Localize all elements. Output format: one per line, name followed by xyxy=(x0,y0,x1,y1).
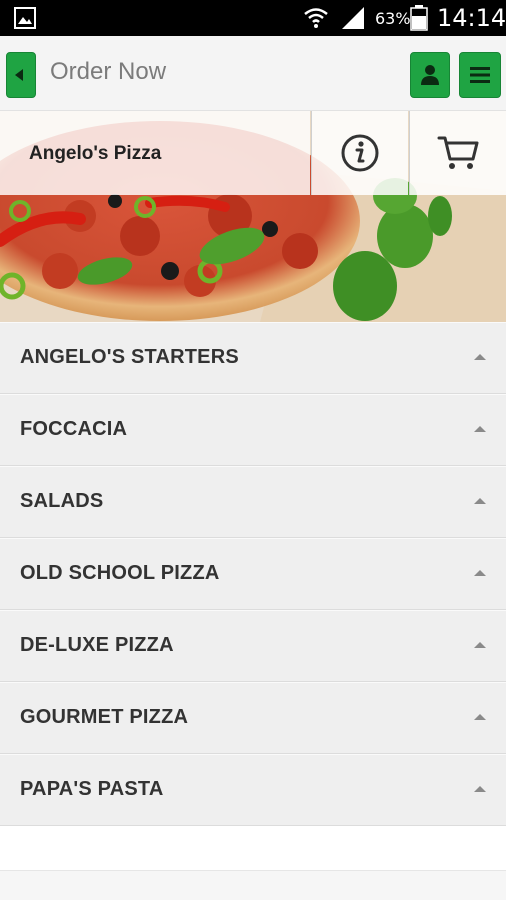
app-header: Order Now xyxy=(0,36,506,111)
user-icon xyxy=(421,65,439,85)
category-label: GOURMET PIZZA xyxy=(20,706,189,728)
caret-up-icon xyxy=(474,714,486,720)
status-bar: 63% 14:14 xyxy=(0,0,506,36)
cart-icon xyxy=(437,136,479,169)
back-button[interactable] xyxy=(6,52,36,98)
caret-up-icon xyxy=(474,570,486,576)
hamburger-menu-icon xyxy=(470,67,490,83)
caret-up-icon xyxy=(474,498,486,504)
gallery-icon xyxy=(14,7,36,29)
user-account-button[interactable] xyxy=(410,52,450,98)
signal-icon xyxy=(342,7,364,29)
clock: 14:14 xyxy=(437,4,506,32)
info-button[interactable] xyxy=(311,111,408,195)
caret-up-icon xyxy=(474,426,486,432)
category-item-papas-pasta[interactable]: PAPA'S PASTA xyxy=(0,754,506,826)
restaurant-name-panel: Angelo's Pizza xyxy=(0,111,310,195)
hero-banner: Angelo's Pizza xyxy=(0,111,506,322)
category-label: PAPA'S PASTA xyxy=(20,778,164,800)
wifi-icon xyxy=(304,8,328,28)
category-item-de-luxe-pizza[interactable]: DE-LUXE PIZZA xyxy=(0,610,506,682)
menu-button[interactable] xyxy=(459,52,501,98)
category-label: DE-LUXE PIZZA xyxy=(20,634,174,656)
category-item-angelos-starters[interactable]: ANGELO'S STARTERS xyxy=(0,322,506,394)
category-label: ANGELO'S STARTERS xyxy=(20,346,239,368)
info-icon xyxy=(341,134,379,172)
footer-strip xyxy=(0,870,506,900)
hero-toolbar: Angelo's Pizza xyxy=(0,111,506,195)
page-title: Order Now xyxy=(50,58,167,85)
category-item-old-school-pizza[interactable]: OLD SCHOOL PIZZA xyxy=(0,538,506,610)
category-item-salads[interactable]: SALADS xyxy=(0,466,506,538)
category-label: FOCCACIA xyxy=(20,418,128,440)
category-list: ANGELO'S STARTERS FOCCACIA SALADS OLD SC… xyxy=(0,322,506,826)
category-item-gourmet-pizza[interactable]: GOURMET PIZZA xyxy=(0,682,506,754)
battery-percent: 63% xyxy=(375,9,411,28)
caret-up-icon xyxy=(474,642,486,648)
chevron-left-icon xyxy=(15,69,23,81)
caret-up-icon xyxy=(474,786,486,792)
restaurant-name: Angelo's Pizza xyxy=(29,143,162,164)
category-label: SALADS xyxy=(20,490,104,512)
cart-button[interactable] xyxy=(409,111,506,195)
caret-up-icon xyxy=(474,354,486,360)
battery-icon xyxy=(410,5,428,31)
category-item-foccacia[interactable]: FOCCACIA xyxy=(0,394,506,466)
category-label: OLD SCHOOL PIZZA xyxy=(20,562,220,584)
